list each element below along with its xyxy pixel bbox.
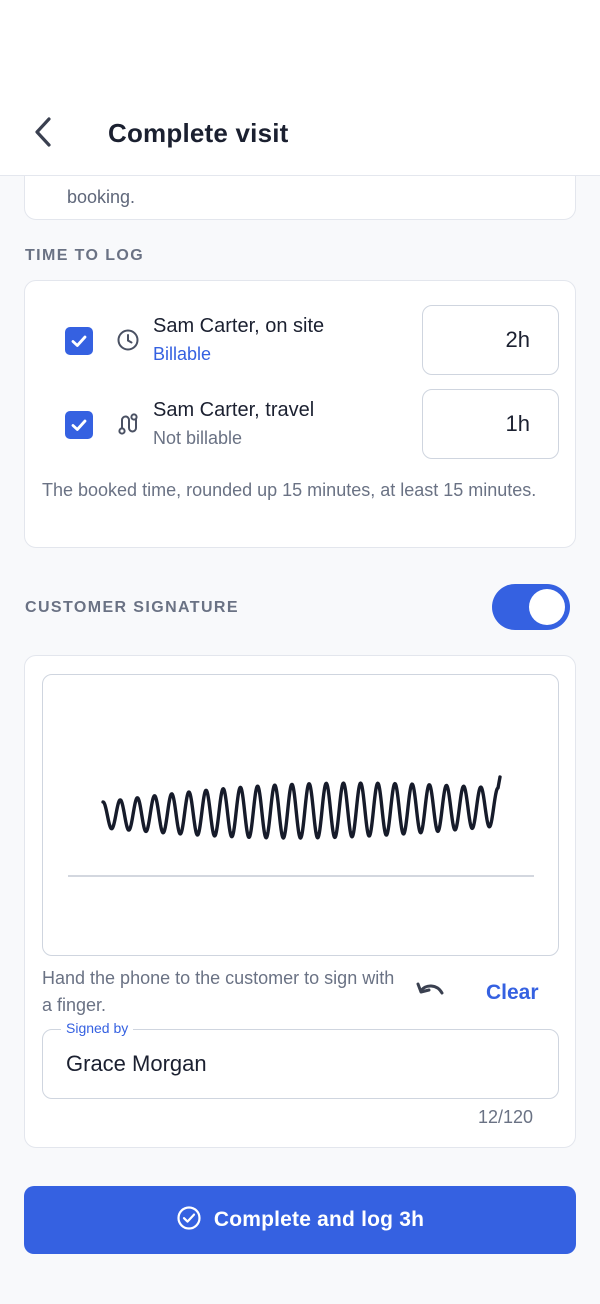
billing-status: Not billable [153, 428, 243, 448]
time-entry-name: Sam Carter, travel [153, 399, 315, 421]
time-entry-row: Sam Carter, travel Not billable 1h [25, 389, 577, 461]
back-button[interactable] [22, 112, 66, 156]
signature-card: Hand the phone to the customer to sign w… [24, 655, 576, 1148]
check-circle-icon [176, 1205, 202, 1236]
signature-toggle[interactable] [492, 584, 570, 630]
signature-hint: Hand the phone to the customer to sign w… [42, 968, 395, 1015]
checkmark-icon [71, 419, 87, 431]
app-bar: Complete visit [0, 0, 600, 176]
signature-baseline [68, 875, 534, 877]
route-icon [115, 411, 141, 437]
undo-icon [415, 980, 447, 1009]
character-count: 12/120 [477, 1107, 533, 1127]
page-title: Complete visit [108, 118, 289, 148]
signature-stroke [101, 775, 502, 840]
signed-by-label: Signed by [61, 1020, 134, 1036]
time-section-title: TIME TO LOG [25, 247, 145, 264]
clear-button[interactable]: Clear [486, 981, 539, 1005]
time-entry-row: Sam Carter, on site Billable 2h [25, 305, 577, 377]
checkmark-icon [71, 335, 87, 347]
time-entry-checkbox[interactable] [65, 411, 93, 439]
hours-input[interactable]: 1h [422, 389, 559, 459]
hours-input[interactable]: 2h [422, 305, 559, 375]
signed-by-value: Grace Morgan [66, 1051, 207, 1076]
complete-and-log-label: Complete and log 3h [213, 1208, 425, 1231]
billing-status: Billable [153, 344, 212, 364]
time-entry-name: Sam Carter, on site [153, 315, 325, 337]
signature-section-title: CUSTOMER SIGNATURE [25, 599, 239, 616]
toggle-knob [529, 589, 565, 625]
time-card: Sam Carter, on site Billable 2h Sam Cart… [24, 280, 576, 548]
time-rounding-hint: The booked time, rounded up 15 minutes, … [42, 480, 537, 500]
complete-and-log-button[interactable]: Complete and log 3h [24, 1186, 576, 1254]
time-entry-checkbox[interactable] [65, 327, 93, 355]
chevron-left-icon [32, 116, 56, 153]
signed-by-field[interactable]: Signed by Grace Morgan [42, 1020, 559, 1099]
signature-pad[interactable] [42, 674, 559, 956]
visit-notes-text: booking. [67, 187, 136, 207]
undo-button[interactable] [413, 976, 449, 1012]
clock-icon [115, 327, 141, 353]
